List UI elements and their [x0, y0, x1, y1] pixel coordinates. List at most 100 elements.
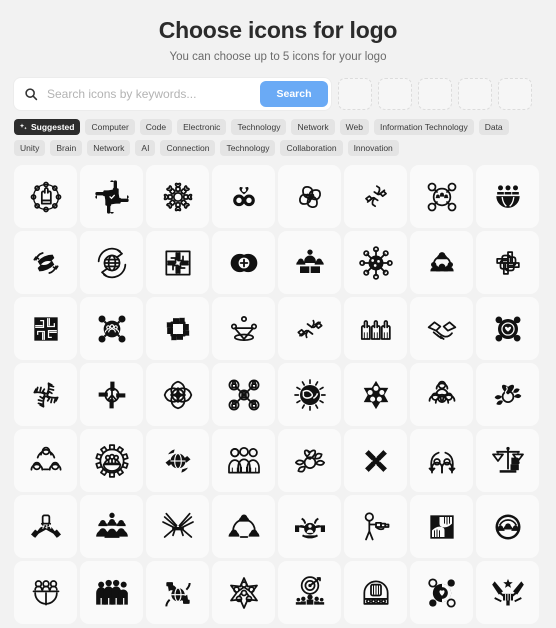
tag-chip-network[interactable]: Network	[87, 140, 131, 156]
four-hands-solid-square-icon	[33, 316, 58, 341]
icon-card[interactable]	[80, 231, 143, 294]
tag-chip-label: Suggested	[31, 122, 75, 132]
icon-card[interactable]	[278, 429, 341, 492]
icon-card[interactable]	[344, 429, 407, 492]
icon-card[interactable]	[344, 363, 407, 426]
icon-card[interactable]	[212, 297, 275, 360]
selected-slot-2[interactable]	[378, 78, 412, 110]
four-hands-pinwheel-outline-icon	[32, 381, 59, 408]
icon-card[interactable]	[212, 231, 275, 294]
icon-card[interactable]	[410, 297, 473, 360]
icon-card[interactable]	[344, 165, 407, 228]
icon-card[interactable]	[278, 495, 341, 558]
icon-card[interactable]	[476, 363, 539, 426]
icon-card[interactable]	[146, 561, 209, 624]
icon-card[interactable]	[278, 165, 341, 228]
selected-slot-1[interactable]	[338, 78, 372, 110]
target-with-audience-icon	[295, 575, 324, 605]
fist-bump-icon	[30, 513, 61, 538]
selected-slot-3[interactable]	[418, 78, 452, 110]
icon-card[interactable]	[146, 297, 209, 360]
icon-card[interactable]	[278, 231, 341, 294]
icon-card[interactable]	[410, 561, 473, 624]
icon-card[interactable]	[344, 297, 407, 360]
tag-chip-data[interactable]: Data	[478, 119, 509, 135]
selected-slot-5[interactable]	[498, 78, 532, 110]
heart-circle-four-nodes-icon	[427, 577, 456, 608]
icon-card[interactable]	[80, 297, 143, 360]
icon-card[interactable]	[410, 363, 473, 426]
icon-card[interactable]	[146, 231, 209, 294]
icon-card[interactable]	[80, 429, 143, 492]
icon-card[interactable]	[476, 297, 539, 360]
icon-card[interactable]	[476, 165, 539, 228]
icon-card[interactable]	[14, 231, 77, 294]
tag-chip-collaboration[interactable]: Collaboration	[280, 140, 343, 156]
icon-card[interactable]	[14, 429, 77, 492]
icon-card[interactable]	[80, 561, 143, 624]
selected-slot-4[interactable]	[458, 78, 492, 110]
handshake-icon	[427, 320, 456, 340]
icon-card[interactable]	[476, 429, 539, 492]
tag-chip-network[interactable]: Network	[291, 119, 335, 135]
tag-chip-suggested[interactable]: Suggested	[14, 119, 81, 135]
icon-card[interactable]	[146, 363, 209, 426]
two-arms-hand-shake-icon	[296, 319, 323, 338]
icon-card[interactable]	[80, 363, 143, 426]
icon-card[interactable]	[344, 495, 407, 558]
icon-card[interactable]	[14, 495, 77, 558]
tag-chip-information-technology[interactable]: Information Technology	[373, 119, 474, 135]
icon-card[interactable]	[14, 165, 77, 228]
tag-chip-code[interactable]: Code	[139, 119, 173, 135]
icon-card[interactable]	[80, 495, 143, 558]
icon-card[interactable]	[410, 165, 473, 228]
tag-chip-web[interactable]: Web	[339, 119, 369, 135]
tag-chip-electronic[interactable]: Electronic	[177, 119, 227, 135]
tag-chip-innovation[interactable]: Innovation	[347, 140, 399, 156]
icon-card[interactable]	[14, 297, 77, 360]
icon-card[interactable]	[212, 429, 275, 492]
icon-card[interactable]	[344, 561, 407, 624]
icon-card[interactable]	[212, 561, 275, 624]
tag-chip-technology[interactable]: Technology	[220, 140, 276, 156]
icon-card[interactable]	[212, 363, 275, 426]
icon-card[interactable]	[410, 495, 473, 558]
group-in-circle-arc-icon	[495, 514, 520, 539]
icon-card[interactable]	[14, 561, 77, 624]
icon-card[interactable]	[410, 231, 473, 294]
tag-chip-brain[interactable]: Brain	[50, 140, 83, 156]
three-people-bowl-icon	[495, 184, 520, 208]
icon-card[interactable]	[146, 429, 209, 492]
four-hands-square-frame-icon	[164, 249, 191, 276]
icon-card[interactable]	[476, 561, 539, 624]
search-input[interactable]	[45, 80, 260, 108]
search-box[interactable]: Search	[14, 78, 331, 110]
tag-chip-unity[interactable]: Unity	[14, 140, 46, 156]
heart-circle-nodes-icon	[495, 316, 520, 341]
icon-card[interactable]	[344, 231, 407, 294]
tag-chip-label: Data	[484, 122, 503, 132]
icon-card[interactable]	[476, 231, 539, 294]
tag-chip-ai[interactable]: AI	[135, 140, 156, 156]
hands-holding-globe-icon	[164, 581, 191, 606]
search-button[interactable]: Search	[260, 81, 328, 107]
icon-card[interactable]	[278, 561, 341, 624]
icon-card[interactable]	[212, 495, 275, 558]
four-hands-hearts-cross-icon	[364, 449, 387, 472]
icon-card[interactable]	[146, 495, 209, 558]
tag-chip-technology[interactable]: Technology	[231, 119, 287, 135]
tag-chip-connection[interactable]: Connection	[160, 140, 216, 156]
icon-card[interactable]	[80, 165, 143, 228]
icon-card[interactable]	[410, 429, 473, 492]
icon-card[interactable]	[278, 363, 341, 426]
tag-chip-label: Collaboration	[286, 143, 337, 153]
icon-card[interactable]	[278, 297, 341, 360]
icon-card[interactable]	[212, 165, 275, 228]
icon-card[interactable]	[146, 165, 209, 228]
tag-chip-label: Electronic	[183, 122, 221, 132]
virus-network-node-icon	[358, 245, 393, 280]
tag-filter-list: Suggested Computer Code Electronic Technolog…	[0, 110, 556, 156]
tag-chip-computer[interactable]: Computer	[85, 119, 135, 135]
icon-card[interactable]	[476, 495, 539, 558]
icon-card[interactable]	[14, 363, 77, 426]
